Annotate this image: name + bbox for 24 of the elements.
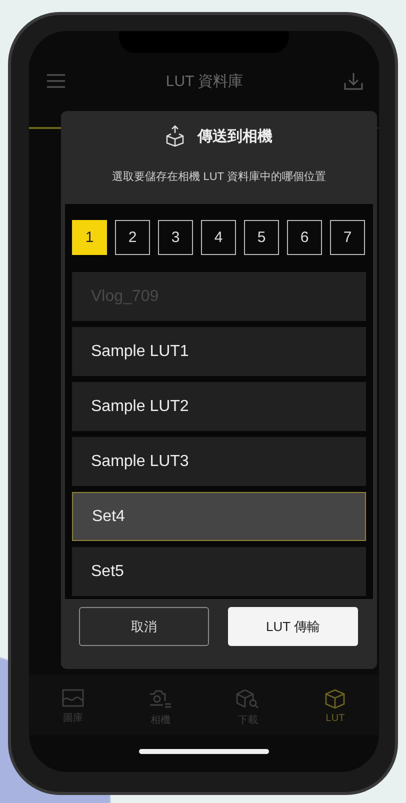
cube-upload-icon xyxy=(166,125,184,147)
cube-icon xyxy=(324,689,346,709)
lut-list-item[interactable]: Set5 xyxy=(72,547,366,596)
picture-icon xyxy=(62,689,84,707)
screen-title: LUT 資料庫 xyxy=(166,72,244,90)
menu-icon[interactable] xyxy=(47,74,65,88)
dialog-title: 傳送到相機 xyxy=(198,126,272,146)
slot-button[interactable]: 3 xyxy=(158,220,193,255)
lut-list-item[interactable]: Set4 xyxy=(72,492,366,541)
lut-list-item[interactable]: Sample LUT3 xyxy=(72,437,366,486)
lut-list-item[interactable]: Sample LUT1 xyxy=(72,327,366,376)
transfer-button[interactable]: LUT 傳輸 xyxy=(228,607,358,646)
cancel-button[interactable]: 取消 xyxy=(79,607,209,646)
slot-button[interactable]: 4 xyxy=(201,220,236,255)
camera-icon xyxy=(148,689,172,709)
download-icon[interactable] xyxy=(344,72,363,90)
dialog-subtitle: 選取要儲存在相機 LUT 資料庫中的哪個位置 xyxy=(111,170,327,184)
slot-button[interactable]: 7 xyxy=(330,220,365,255)
slot-button[interactable]: 6 xyxy=(287,220,322,255)
lut-list-item[interactable]: Sample LUT2 xyxy=(72,382,366,431)
slot-button[interactable]: 5 xyxy=(244,220,279,255)
slot-button[interactable]: 2 xyxy=(115,220,150,255)
cube-search-icon xyxy=(236,689,260,709)
slot-button[interactable]: 1 xyxy=(72,220,107,255)
